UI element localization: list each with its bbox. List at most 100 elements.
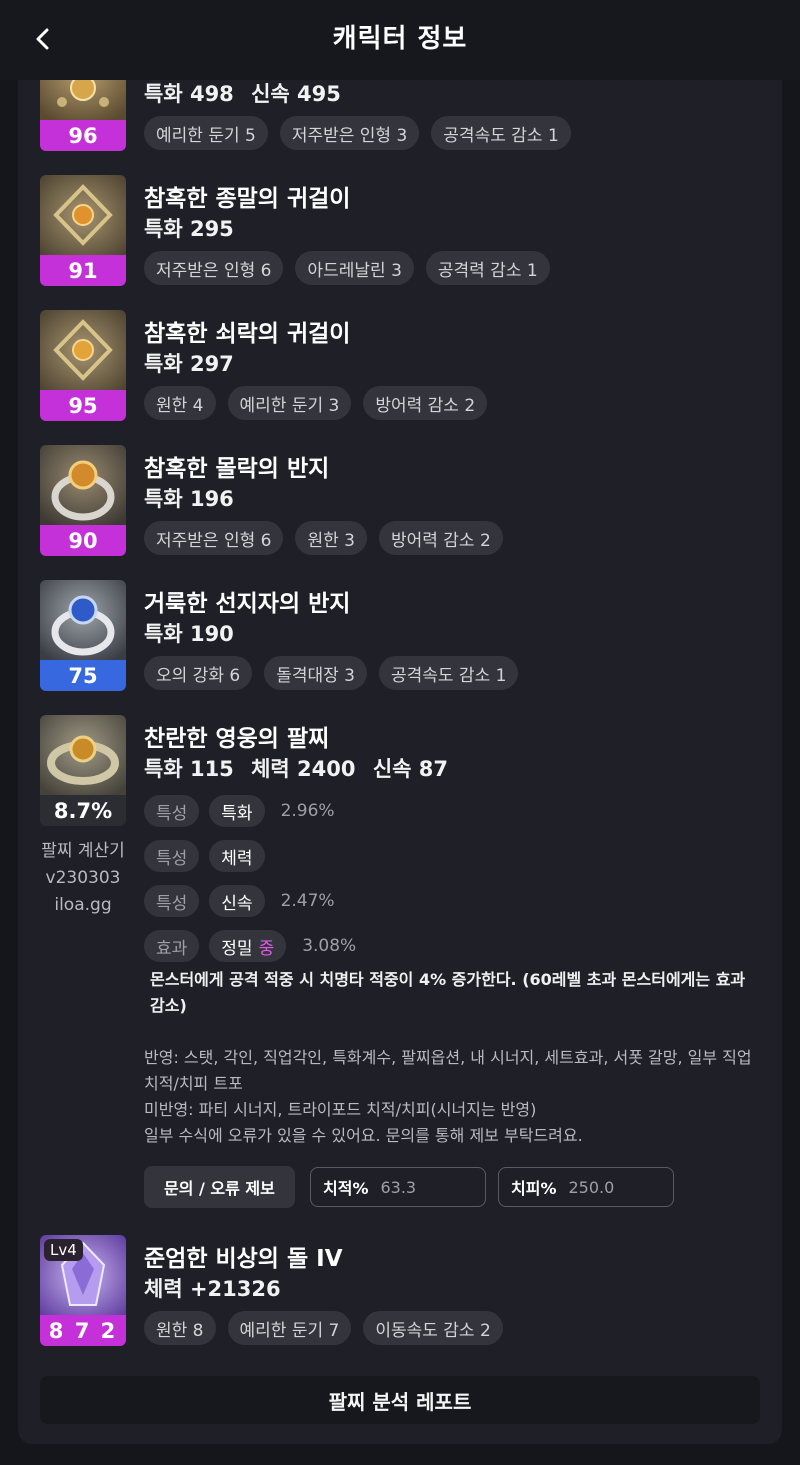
bracelet-option-row: 효과 정밀 중 3.08% [144, 930, 356, 962]
bracelet-option-row: 특성 신속 2.47% [144, 885, 335, 917]
item-thumbnail: 96 [40, 70, 126, 151]
report-error-button[interactable]: 문의 / 오류 제보 [144, 1166, 295, 1208]
engraving-chips: 저주받은 인형 6 원한 3 방어력 감소 2 [144, 521, 503, 555]
item-stats: 특화 295 [144, 213, 244, 243]
stat-value: 신속 87 [372, 757, 449, 781]
engraving-chip: 예리한 둔기 3 [227, 386, 352, 420]
stat-value: 특화 297 [144, 352, 234, 376]
item-name: 찬란한 영웅의 팔찌 [144, 726, 330, 752]
engraving-chip: 원한 8 [144, 1311, 216, 1345]
item-stats: 체력 +21326 [144, 1273, 291, 1303]
stat-value: 특화 115 [144, 757, 234, 781]
engraving-chips: 오의 강화 6 돌격대장 3 공격속도 감소 1 [144, 656, 519, 690]
quality-bar: 8 7 2 [40, 1315, 126, 1346]
bracelet-icon [40, 715, 126, 795]
engraving-chip: 저주받은 인형 6 [144, 251, 284, 285]
crit-rate-label: 치적% [323, 1179, 369, 1198]
stat-value: 특화 190 [144, 622, 234, 646]
earring-icon [40, 175, 126, 255]
option-percent: 2.96% [280, 801, 335, 821]
option-type: 특성 [144, 840, 200, 872]
stat-value: 신속 495 [251, 82, 341, 106]
engraving-chip: 예리한 둔기 5 [144, 116, 268, 150]
engraving-chip: 원한 4 [144, 386, 216, 420]
note-applied: 반영: 스탯, 각인, 직업각인, 특화계수, 팔찌옵션, 내 시너지, 세트효… [144, 1048, 752, 1093]
option-name: 정밀 [221, 938, 253, 959]
top-bar: 캐릭터 정보 [0, 0, 800, 80]
accessory-item[interactable]: 91 참혹한 종말의 귀걸이 특화 295 저주받은 인형 6 아드레날린 3 … [40, 175, 770, 287]
engraving-chip: 저주받은 인형 3 [279, 116, 420, 150]
accessory-item[interactable]: 95 참혹한 쇠락의 귀걸이 특화 297 원한 4 예리한 둔기 3 방어력 … [40, 310, 770, 422]
engraving-chips: 원한 8 예리한 둔기 7 이동속도 감소 2 [144, 1311, 503, 1345]
crit-rate-field[interactable]: 치적% [310, 1167, 486, 1207]
engraving-chip: 이동속도 감소 2 [363, 1311, 503, 1345]
engraving-chip: 오의 강화 6 [144, 656, 253, 690]
note-not-applied: 미반영: 파티 시너지, 트라이포드 치적/치피(시너지는 반영) [144, 1100, 537, 1119]
engraving-chips: 예리한 둔기 5 저주받은 인형 3 공격속도 감소 1 [144, 116, 571, 150]
quality-bar: 96 [40, 120, 126, 151]
item-thumbnail: 95 [40, 310, 126, 421]
accessory-item[interactable]: 90 참혹한 몰락의 반지 특화 196 저주받은 인형 6 원한 3 방어력 … [40, 445, 770, 557]
calculator-site: iloa.gg [54, 895, 112, 915]
item-thumbnail: 91 [40, 175, 126, 286]
crit-damage-label: 치피% [511, 1179, 557, 1198]
engraving-chip: 원한 3 [295, 521, 367, 555]
item-stats: 특화 115 체력 2400 신속 87 [144, 753, 458, 783]
earring-icon [40, 310, 126, 390]
ring-icon [40, 445, 126, 525]
stat-value: 체력 +21326 [144, 1277, 281, 1301]
option-percent: 2.47% [280, 891, 335, 911]
quality-bar: 90 [40, 525, 126, 556]
ability-stone-item[interactable]: Lv4 8 7 2 준엄한 비상의 돌 IV 체력 +21326 원한 8 예리… [40, 1235, 770, 1347]
engraving-chips: 원한 4 예리한 둔기 3 방어력 감소 2 [144, 386, 488, 420]
item-stats: 특화 190 [144, 618, 244, 648]
item-stats: 특화 498 신속 495 [144, 78, 351, 108]
item-name: 참혹한 종말의 귀걸이 [144, 186, 351, 212]
item-name: 준엄한 비상의 돌 IV [144, 1246, 343, 1272]
stat-value: 특화 498 [144, 82, 234, 106]
quality-value: 8.7% [40, 795, 126, 826]
crit-rate-input[interactable] [380, 1177, 461, 1197]
option-percent: 3.08% [302, 936, 357, 956]
crit-damage-input[interactable] [568, 1177, 649, 1197]
engraving-chip: 공격력 감소 1 [425, 251, 550, 285]
accessory-item[interactable]: 96 특화 498 신속 495 예리한 둔기 5 저주받은 인형 3 공격속도… [40, 70, 770, 152]
calculator-title: 팔찌 계산기 [41, 841, 125, 861]
engraving-chip: 방어력 감소 2 [378, 521, 503, 555]
bracelet-item: 8.7% 팔찌 계산기 v230303 iloa.gg 찬란한 영웅의 팔찌 특… [40, 715, 770, 1215]
crit-damage-field[interactable]: 치피% [498, 1167, 674, 1207]
item-stats: 특화 297 [144, 348, 244, 378]
engraving-chip: 저주받은 인형 6 [144, 521, 284, 555]
option-type: 특성 [144, 795, 200, 827]
item-thumbnail: 75 [40, 580, 126, 691]
bracelet-report-button[interactable]: 팔찌 분석 레포트 [40, 1376, 760, 1424]
bracelet-option-row: 특성 특화 2.96% [144, 795, 335, 827]
ring-icon [40, 580, 126, 660]
option-value: 정밀 중 [209, 930, 287, 962]
option-value: 신속 [209, 885, 265, 917]
bracelet-option-row: 특성 체력 [144, 840, 265, 872]
stat-value: 특화 196 [144, 487, 234, 511]
stat-value: 체력 2400 [251, 757, 356, 781]
quality-bar: 95 [40, 390, 126, 421]
engraving-chip: 예리한 둔기 7 [227, 1311, 352, 1345]
option-type: 특성 [144, 885, 200, 917]
calculator-version: v230303 [45, 868, 121, 888]
calculator-label: 팔찌 계산기 v230303 iloa.gg [40, 838, 126, 919]
item-stats: 특화 196 [144, 483, 244, 513]
note-disclaimer: 일부 수식에 오류가 있을 수 있어요. 문의를 통해 제보 부탁드려요. [144, 1126, 583, 1145]
option-value: 특화 [209, 795, 265, 827]
item-name: 참혹한 몰락의 반지 [144, 456, 330, 482]
page-title: 캐릭터 정보 [332, 24, 468, 54]
effect-description: 몬스터에게 공격 적중 시 치명타 적중이 4% 증가한다. (60레벨 초과 … [150, 970, 746, 1015]
engraving-chip: 공격속도 감소 1 [378, 656, 519, 690]
accessory-item[interactable]: 75 거룩한 선지자의 반지 특화 190 오의 강화 6 돌격대장 3 공격속… [40, 580, 770, 692]
engraving-chip: 방어력 감소 2 [363, 386, 488, 420]
equipment-card: 96 특화 498 신속 495 예리한 둔기 5 저주받은 인형 3 공격속도… [18, 70, 782, 1444]
engraving-chips: 저주받은 인형 6 아드레날린 3 공격력 감소 1 [144, 251, 550, 285]
quality-bar: 91 [40, 255, 126, 286]
item-thumbnail: Lv4 8 7 2 [40, 1235, 126, 1346]
option-type: 효과 [144, 930, 200, 962]
item-name: 거룩한 선지자의 반지 [144, 591, 351, 617]
option-name: 특화 [221, 803, 253, 824]
